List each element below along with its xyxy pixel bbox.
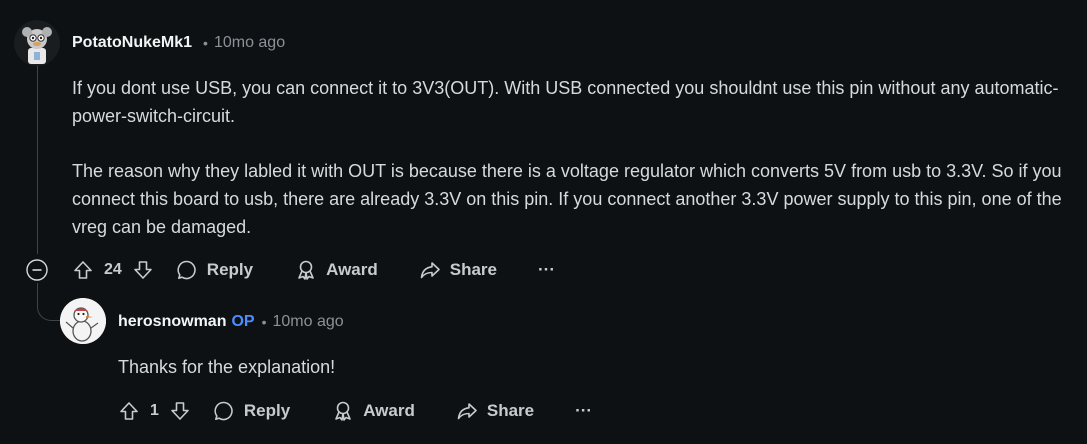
- collapse-thread-button[interactable]: [26, 259, 48, 281]
- comment-thread: PotatoNukeMk1 • 10mo ago If you dont use…: [0, 0, 1087, 444]
- share-button[interactable]: Share: [419, 259, 497, 281]
- reply-meta: herosnowman OP • 10mo ago: [118, 313, 344, 331]
- reply-connector-line: [37, 283, 60, 321]
- more-options-icon: ···: [575, 401, 593, 420]
- comment-meta: PotatoNukeMk1 • 10mo ago: [72, 34, 285, 52]
- downvote-icon[interactable]: [169, 400, 191, 422]
- share-label: Share: [486, 401, 535, 420]
- comment-paragraph: If you dont use USB, you can connect it …: [72, 78, 1059, 126]
- reply-label: Reply: [206, 260, 254, 279]
- upvote-icon[interactable]: [72, 259, 94, 281]
- award-label: Award: [363, 401, 415, 420]
- vote-control: 24: [72, 259, 154, 281]
- award-label: Award: [326, 260, 378, 279]
- collapse-minus-icon: [26, 259, 48, 281]
- thread-line[interactable]: [37, 66, 38, 254]
- avatar-herosnowman[interactable]: [60, 298, 106, 344]
- more-options-icon: ···: [538, 260, 555, 279]
- meta-separator: •: [261, 314, 267, 330]
- vote-count: 24: [104, 261, 122, 278]
- reply-label: Reply: [243, 401, 291, 420]
- reply-author[interactable]: herosnowman: [118, 313, 226, 331]
- reply-timestamp[interactable]: 10mo ago: [273, 313, 344, 331]
- more-options-button[interactable]: ···: [538, 260, 555, 280]
- comment-paragraph: The reason why they labled it with OUT i…: [72, 161, 1062, 237]
- share-arrow-icon: [456, 400, 478, 422]
- upvote-icon[interactable]: [118, 400, 140, 422]
- downvote-icon[interactable]: [132, 259, 154, 281]
- op-badge: OP: [231, 313, 255, 330]
- comment-action-bar: 24 Reply Award Share ···: [72, 258, 555, 282]
- meta-separator: •: [203, 35, 208, 51]
- reply-button[interactable]: Reply: [213, 400, 290, 422]
- reply-body: Thanks for the explanation!: [118, 353, 1018, 381]
- share-label: Share: [449, 260, 497, 279]
- award-ribbon-icon: [295, 259, 317, 281]
- more-options-button[interactable]: ···: [575, 401, 592, 421]
- vote-count: 1: [150, 402, 159, 419]
- award-button[interactable]: Award: [295, 259, 378, 281]
- award-ribbon-icon: [332, 400, 354, 422]
- comment-bubble-icon: [176, 259, 198, 281]
- share-button[interactable]: Share: [456, 400, 534, 422]
- comment-body: If you dont use USB, you can connect it …: [72, 74, 1062, 241]
- comment-timestamp[interactable]: 10mo ago: [214, 34, 285, 52]
- avatar-potatonukemk1[interactable]: [14, 20, 60, 66]
- comment-author[interactable]: PotatoNukeMk1: [72, 34, 192, 52]
- share-arrow-icon: [419, 259, 441, 281]
- reply-button[interactable]: Reply: [176, 259, 253, 281]
- vote-control: 1: [118, 400, 191, 422]
- award-button[interactable]: Award: [332, 400, 415, 422]
- reply-text: Thanks for the explanation!: [118, 357, 336, 377]
- comment-bubble-icon: [213, 400, 235, 422]
- reply-action-bar: 1 Reply Award Share ···: [118, 399, 592, 423]
